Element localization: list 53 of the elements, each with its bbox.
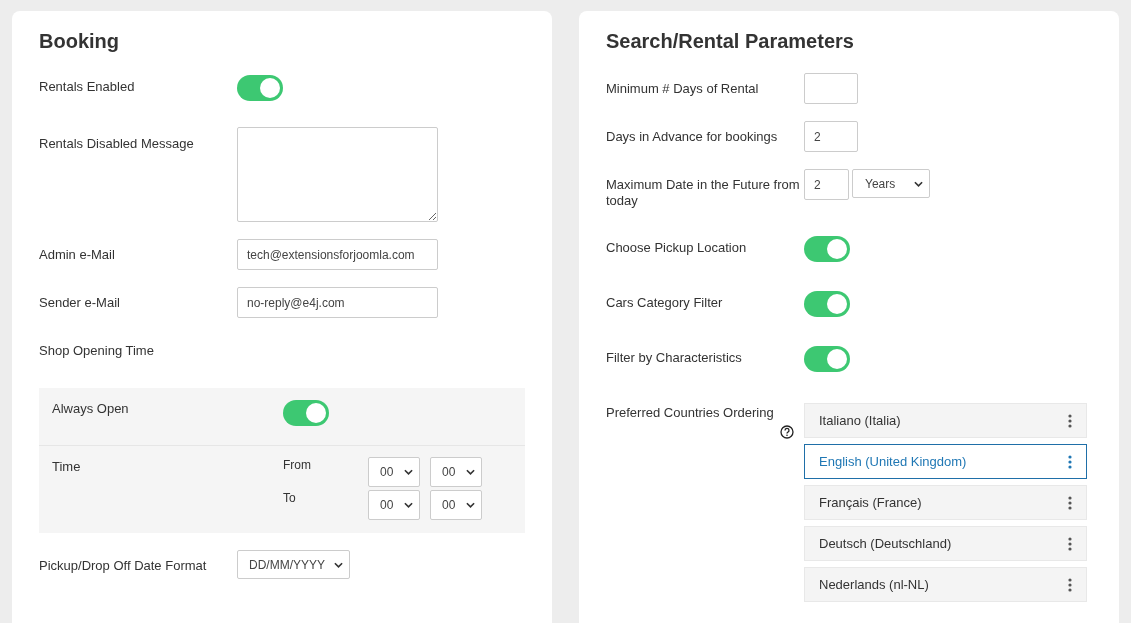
chevron-down-icon xyxy=(404,469,413,475)
country-list-item[interactable]: Italiano (Italia) xyxy=(804,403,1087,438)
field-label: Admin e-Mail xyxy=(39,246,115,263)
chevron-down-icon xyxy=(466,502,475,508)
hour-select[interactable]: 00 xyxy=(368,457,420,487)
field-label: Time xyxy=(52,458,82,475)
drag-handle-icon[interactable] xyxy=(1068,454,1072,469)
toggle-switch[interactable] xyxy=(804,291,850,317)
number-input[interactable] xyxy=(804,73,858,104)
drag-handle-icon[interactable] xyxy=(1068,536,1072,551)
field-label: Days in Advance for bookings xyxy=(606,128,778,145)
country-list-item[interactable]: English (United Kingdom) xyxy=(804,444,1087,479)
number-input[interactable]: 2 xyxy=(804,169,849,200)
hour-select[interactable]: 00 xyxy=(368,490,420,520)
country-list-item[interactable]: Deutsch (Deutschland) xyxy=(804,526,1087,561)
toggle-switch[interactable] xyxy=(804,346,850,372)
field-label: Cars Category Filter xyxy=(606,295,723,311)
field-label: Preferred Countries Ordering xyxy=(606,405,774,421)
chevron-down-icon xyxy=(404,502,413,508)
date-format-select[interactable]: DD/MM/YYYY xyxy=(237,550,350,579)
field-label: Filter by Characteristics xyxy=(606,350,742,366)
to-label: To xyxy=(283,490,297,507)
field-label: Shop Opening Time xyxy=(39,342,154,359)
email-input[interactable]: no-reply@e4j.com xyxy=(237,287,438,318)
country-list-item[interactable]: Nederlands (nl-NL) xyxy=(804,567,1087,602)
field-label: Minimum # Days of Rental xyxy=(606,80,759,97)
field-label: Maximum Date in the Future from today xyxy=(606,176,801,209)
drag-handle-icon[interactable] xyxy=(1068,413,1072,428)
toggle-switch[interactable] xyxy=(237,75,283,101)
unit-select[interactable]: Years xyxy=(852,169,930,198)
drag-handle-icon[interactable] xyxy=(1068,495,1072,510)
hour-select[interactable]: 00 xyxy=(430,490,482,520)
field-label: Always Open xyxy=(52,400,130,417)
toggle-switch[interactable] xyxy=(283,400,329,426)
from-label: From xyxy=(283,457,312,474)
number-input[interactable]: 2 xyxy=(804,121,858,152)
hour-select[interactable]: 00 xyxy=(430,457,482,487)
field-label: Pickup/Drop Off Date Format xyxy=(39,557,207,574)
card-title: Search/Rental Parameters xyxy=(606,29,855,53)
card-title: Booking xyxy=(39,29,120,53)
field-label: Choose Pickup Location xyxy=(606,240,747,256)
country-list-item[interactable]: Français (France) xyxy=(804,485,1087,520)
help-icon[interactable] xyxy=(780,425,794,439)
drag-handle-icon[interactable] xyxy=(1068,577,1072,592)
chevron-down-icon xyxy=(466,469,475,475)
toggle-switch[interactable] xyxy=(804,236,850,262)
chevron-down-icon xyxy=(334,561,343,568)
field-label: Rentals Disabled Message xyxy=(39,135,194,152)
email-input[interactable]: tech@extensionsforjoomla.com xyxy=(237,239,438,270)
field-label: Sender e-Mail xyxy=(39,294,120,311)
message-textarea[interactable] xyxy=(237,127,438,222)
field-label: Rentals Enabled xyxy=(39,79,135,95)
chevron-down-icon xyxy=(914,180,923,187)
